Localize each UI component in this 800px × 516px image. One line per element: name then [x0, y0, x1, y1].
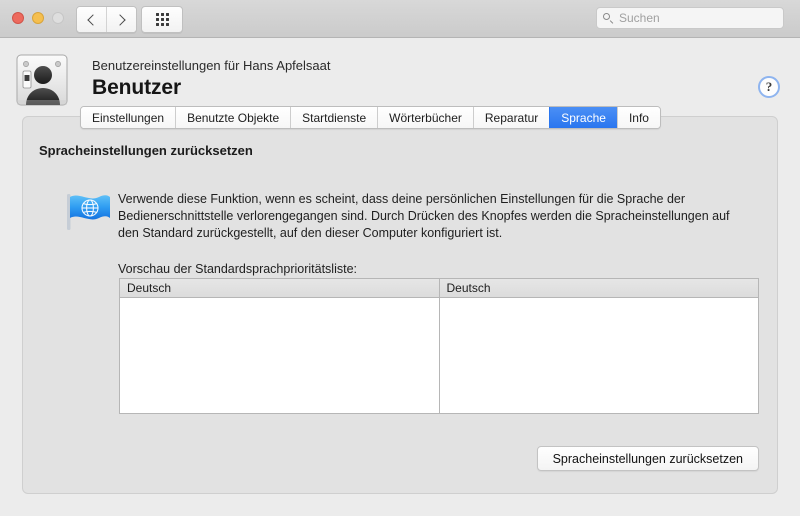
description-text: Verwende diese Funktion, wenn es scheint…: [118, 192, 730, 240]
column-header-right: Deutsch: [439, 279, 758, 298]
reset-language-settings-button[interactable]: Spracheinstellungen zurücksetzen: [536, 446, 759, 471]
section-title: Spracheinstellungen zurücksetzen: [39, 143, 253, 158]
chevron-right-icon: [114, 13, 126, 26]
list-column-right: Deutsch: [438, 279, 758, 413]
help-button[interactable]: ?: [758, 76, 780, 98]
tab-sprache[interactable]: Sprache: [549, 107, 617, 128]
user-account-icon: [15, 54, 71, 108]
tab-benutzte-objekte[interactable]: Benutzte Objekte: [175, 107, 291, 128]
navigation-buttons: [76, 6, 137, 33]
search-field[interactable]: [596, 7, 784, 29]
column-body-left[interactable]: [120, 298, 439, 413]
search-icon: [603, 12, 614, 24]
content-panel: Spracheinstellungen zurücksetzen Verwend…: [22, 116, 778, 494]
tab-woerterbuecher[interactable]: Wörterbücher: [377, 107, 473, 128]
show-all-button[interactable]: [141, 6, 183, 33]
page-title: Benutzer: [92, 76, 182, 99]
close-window-button[interactable]: [12, 12, 24, 24]
zoom-window-button: [52, 12, 64, 24]
header-subtitle: Benutzereinstellungen für Hans Apfelsaat: [92, 58, 331, 73]
tab-bar: Einstellungen Benutzte Objekte Startdien…: [80, 106, 661, 129]
column-body-right[interactable]: [439, 298, 758, 413]
window-toolbar: [0, 0, 800, 38]
search-input[interactable]: [619, 11, 777, 25]
tab-einstellungen[interactable]: Einstellungen: [81, 107, 176, 128]
header-text-block: Benutzereinstellungen für Hans Apfelsaat…: [92, 58, 331, 101]
tab-reparatur[interactable]: Reparatur: [472, 107, 550, 128]
forward-button[interactable]: [106, 7, 136, 32]
minimize-window-button[interactable]: [32, 12, 44, 24]
preview-label: Vorschau der Standardsprachprioritätslis…: [118, 262, 358, 276]
back-button[interactable]: [77, 7, 106, 32]
tab-info[interactable]: Info: [616, 107, 660, 128]
column-header-left: Deutsch: [120, 279, 439, 298]
language-flag-icon: [65, 190, 113, 232]
traffic-lights: [12, 12, 64, 24]
list-column-left: Deutsch: [120, 279, 439, 413]
language-preview-list[interactable]: Deutsch Deutsch: [119, 278, 759, 414]
grid-dots-icon: [155, 13, 169, 26]
tab-startdienste[interactable]: Startdienste: [290, 107, 378, 128]
preferences-window: Benutzereinstellungen für Hans Apfelsaat…: [0, 0, 800, 516]
chevron-left-icon: [87, 13, 99, 26]
